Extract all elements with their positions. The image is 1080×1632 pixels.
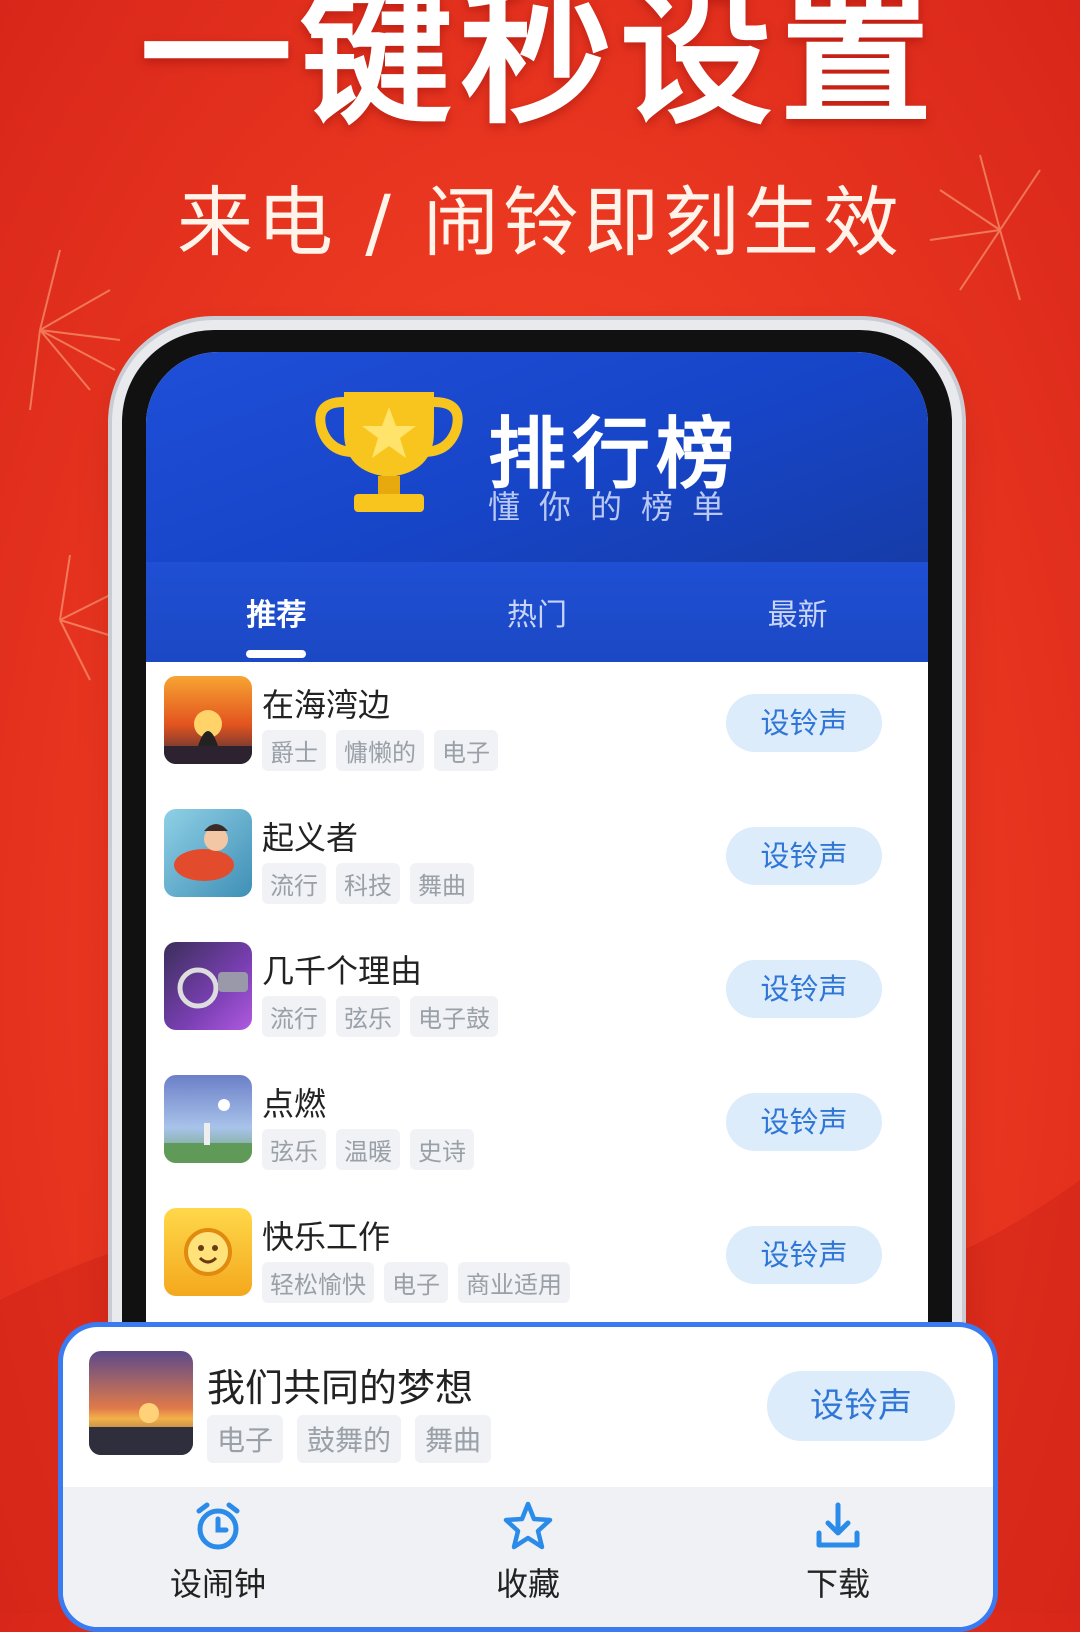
song-list: 在海湾边 爵士 慵懒的 电子 设铃声 起义者 流行 科技 舞曲 设铃声 几千个理… [146, 662, 928, 1327]
nav-download[interactable]: 下载 [683, 1487, 993, 1627]
album-cover [164, 1075, 252, 1163]
song-title: 快乐工作 [262, 1218, 391, 1256]
tag: 慵懒的 [336, 730, 424, 771]
album-cover [164, 809, 252, 897]
set-ringtone-button[interactable]: 设铃声 [726, 960, 882, 1018]
album-cover [164, 942, 252, 1030]
tab-bar: 推荐 热门 最新 [146, 562, 928, 662]
promo-headline: 一键秒设置 [140, 0, 940, 145]
tag: 商业适用 [458, 1262, 570, 1303]
promo-subheadline: 来电 / 闹铃即刻生效 [177, 178, 903, 267]
song-tags: 弦乐 温暖 史诗 [262, 1129, 474, 1170]
tag: 史诗 [410, 1129, 474, 1170]
song-tags: 流行 弦乐 电子鼓 [262, 996, 498, 1037]
tag: 科技 [336, 863, 400, 904]
trophy-icon [315, 392, 463, 512]
nav-label: 下载 [805, 1565, 870, 1603]
set-ringtone-button[interactable]: 设铃声 [726, 694, 882, 752]
tag: 弦乐 [336, 996, 400, 1037]
list-item[interactable]: 几千个理由 流行 弦乐 电子鼓 设铃声 [146, 928, 928, 1061]
tag: 鼓舞的 [297, 1415, 402, 1463]
tab-recommended[interactable]: 推荐 [146, 562, 407, 662]
tag: 流行 [262, 863, 326, 904]
tag: 电子鼓 [410, 996, 498, 1037]
set-ringtone-button[interactable]: 设铃声 [726, 1093, 882, 1151]
set-ringtone-button[interactable]: 设铃声 [767, 1371, 955, 1441]
now-playing-card: 我们共同的梦想 电子 鼓舞的 舞曲 设铃声 设闹钟 收藏 下载 [58, 1322, 998, 1632]
song-tags: 流行 科技 舞曲 [262, 863, 474, 904]
album-cover [89, 1351, 193, 1455]
tag: 爵士 [262, 730, 326, 771]
nav-set-alarm[interactable]: 设闹钟 [63, 1487, 373, 1627]
list-item[interactable]: 点燃 弦乐 温暖 史诗 设铃声 [146, 1061, 928, 1194]
tab-latest[interactable]: 最新 [667, 562, 928, 662]
list-item[interactable]: 快乐工作 轻松愉快 电子 商业适用 设铃声 [146, 1194, 928, 1327]
list-item[interactable]: 起义者 流行 科技 舞曲 设铃声 [146, 795, 928, 928]
song-title: 在海湾边 [262, 686, 391, 724]
tag: 电子 [207, 1415, 284, 1463]
download-icon [816, 1502, 860, 1548]
alarm-clock-icon [196, 1502, 240, 1550]
bottom-nav: 设闹钟 收藏 下载 [63, 1487, 993, 1627]
leaderboard-subtitle: 懂你的榜单 [488, 488, 744, 526]
tag: 弦乐 [262, 1129, 326, 1170]
tag: 舞曲 [415, 1415, 492, 1463]
song-title: 几千个理由 [262, 952, 423, 990]
song-tags: 轻松愉快 电子 商业适用 [262, 1262, 570, 1303]
tag: 轻松愉快 [262, 1262, 374, 1303]
set-ringtone-button[interactable]: 设铃声 [726, 1226, 882, 1284]
tag: 舞曲 [410, 863, 474, 904]
tag: 温暖 [336, 1129, 400, 1170]
album-cover [164, 1208, 252, 1296]
star-icon [503, 1501, 553, 1550]
song-tags: 爵士 慵懒的 电子 [262, 730, 498, 771]
list-item[interactable]: 在海湾边 爵士 慵懒的 电子 设铃声 [146, 662, 928, 795]
nav-favorites[interactable]: 收藏 [373, 1487, 683, 1627]
tag: 电子 [384, 1262, 448, 1303]
tab-popular[interactable]: 热门 [407, 562, 668, 662]
leaderboard-header: 排行榜 懂你的榜单 [146, 352, 928, 562]
tag: 流行 [262, 996, 326, 1037]
song-title: 点燃 [262, 1085, 327, 1123]
set-ringtone-button[interactable]: 设铃声 [726, 827, 882, 885]
song-tags: 电子 鼓舞的 舞曲 [207, 1415, 492, 1463]
song-title: 我们共同的梦想 [207, 1366, 474, 1410]
album-cover [164, 676, 252, 764]
song-title: 起义者 [262, 819, 359, 857]
tag: 电子 [434, 730, 498, 771]
nav-label: 设闹钟 [169, 1565, 266, 1603]
nav-label: 收藏 [495, 1565, 560, 1603]
